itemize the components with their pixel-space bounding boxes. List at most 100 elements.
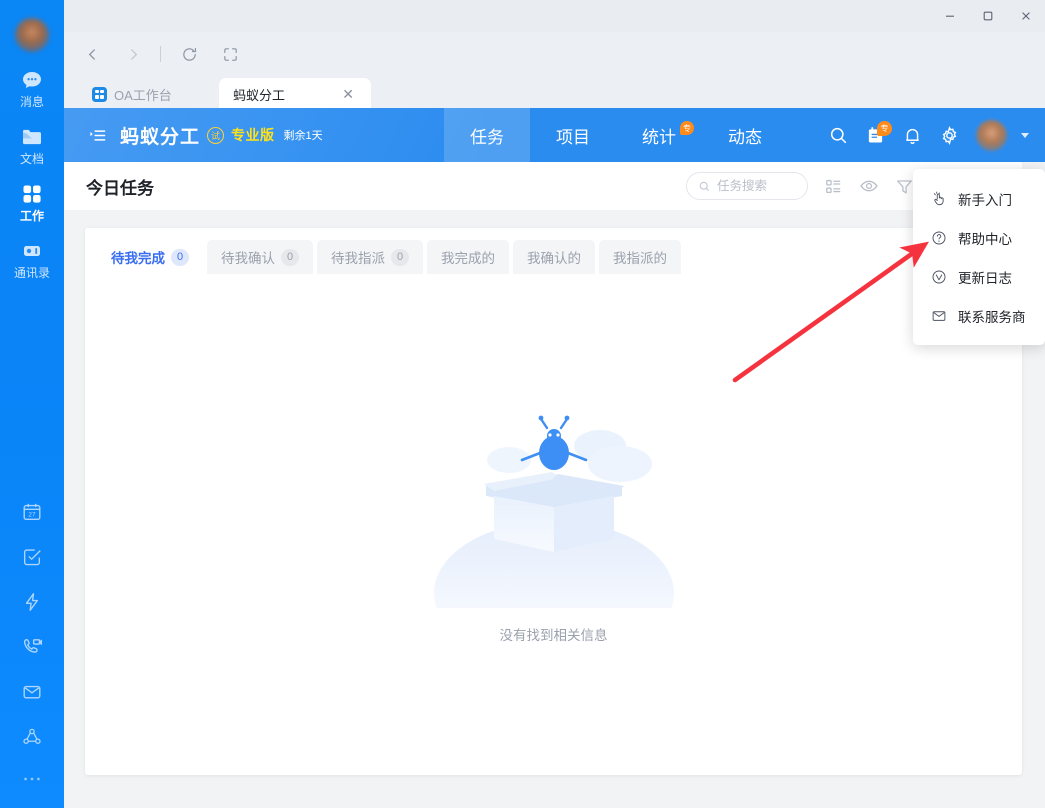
folder-icon — [20, 125, 44, 149]
bell-icon[interactable] — [902, 125, 923, 146]
avatar[interactable] — [976, 120, 1007, 151]
rail-label-messages: 消息 — [20, 95, 44, 109]
toolbar-divider — [160, 46, 161, 62]
lightning-icon[interactable] — [21, 591, 43, 618]
menu-item-changelog[interactable]: 更新日志 — [913, 257, 1045, 296]
rail-label-contacts: 通讯录 — [14, 266, 50, 280]
forward-button[interactable] — [120, 41, 146, 67]
question-circle-icon — [931, 230, 947, 246]
search-field[interactable] — [717, 179, 795, 193]
nav-tab-tasks-label: 任务 — [470, 123, 504, 148]
list-view-icon[interactable] — [824, 177, 843, 196]
tab-pending-assign[interactable]: 待我指派 0 — [317, 240, 423, 274]
help-dropdown-menu: 新手入门 帮助中心 更新日志 — [913, 169, 1045, 345]
menu-item-changelog-label: 更新日志 — [958, 267, 1012, 287]
tab-my-assigned[interactable]: 我指派的 — [599, 240, 681, 274]
mail-icon[interactable] — [21, 681, 43, 708]
tab-pending-complete[interactable]: 待我完成 0 — [97, 240, 203, 274]
nav-tab-tasks[interactable]: 任务 — [444, 108, 530, 162]
rail-bottom-icons: 27 — [0, 492, 64, 798]
menu-item-getting-started[interactable]: 新手入门 — [913, 179, 1045, 218]
app-brand-name: 蚂蚁分工 — [120, 122, 200, 149]
browser-tab-oa-label: OA工作台 — [114, 85, 172, 104]
tab-pending-confirm[interactable]: 待我确认 0 — [207, 240, 313, 274]
nav-tab-statistics[interactable]: 统计 专 — [616, 108, 702, 162]
video-call-icon[interactable] — [21, 636, 43, 663]
browser-tab-ant[interactable]: 蚂蚁分工 ✕ — [219, 78, 371, 110]
apps-grid-icon — [20, 182, 44, 206]
task-card: 待我完成 0 待我确认 0 待我指派 0 我完成的 我确认的 我指派的 — [85, 228, 1022, 775]
nav-tab-projects[interactable]: 项目 — [530, 108, 616, 162]
rail-user-avatar[interactable] — [15, 18, 49, 52]
task-check-icon[interactable] — [21, 546, 43, 573]
browser-toolbar: 厦门博颖网络科技有限公司 待办事项 应用中心 — [64, 32, 1045, 76]
window-titlebar — [64, 0, 1045, 32]
hand-click-icon — [931, 191, 947, 207]
rail-item-messages[interactable]: 消息 — [0, 68, 64, 109]
nav-tab-activity[interactable]: 动态 — [702, 108, 788, 162]
minimize-button[interactable] — [931, 0, 969, 32]
rail-label-documents: 文档 — [20, 152, 44, 166]
pro-badge-calendar: 专 — [877, 121, 892, 136]
search-input[interactable] — [686, 172, 808, 200]
browser-tab-ant-label: 蚂蚁分工 — [233, 85, 285, 104]
refresh-button[interactable] — [176, 41, 202, 67]
tab-pending-confirm-label: 待我确认 — [221, 247, 275, 267]
empty-state: 没有找到相关信息 — [85, 408, 1022, 644]
window-controls — [931, 0, 1045, 32]
rail-item-contacts[interactable]: 通讯录 — [0, 239, 64, 280]
gear-icon[interactable] — [939, 125, 960, 146]
menu-item-help-center-label: 帮助中心 — [958, 228, 1012, 248]
fullscreen-button[interactable] — [217, 41, 243, 67]
tab-pending-complete-count: 0 — [171, 249, 189, 266]
search-icon — [698, 180, 711, 193]
oa-grid-icon — [92, 87, 107, 102]
search-icon[interactable] — [828, 125, 849, 146]
filter-icon[interactable] — [895, 177, 914, 196]
close-icon[interactable]: ✕ — [339, 85, 357, 103]
svg-text:27: 27 — [28, 512, 36, 519]
menu-item-contact-provider-label: 联系服务商 — [958, 306, 1026, 326]
left-rail: 消息 文档 工作 — [0, 0, 64, 808]
app-nav-items: 任务 项目 统计 专 动态 — [444, 108, 788, 162]
tab-my-confirmed-label: 我确认的 — [527, 247, 581, 267]
calendar-27-icon[interactable]: 27 — [21, 501, 43, 528]
edition-badge: 专业版 — [231, 125, 275, 145]
tab-pending-complete-label: 待我完成 — [111, 247, 165, 267]
chevron-down-icon[interactable] — [1021, 133, 1029, 138]
nav-tab-statistics-label: 统计 — [642, 123, 676, 148]
app-window: 消息 文档 工作 — [0, 0, 1045, 808]
tab-pending-assign-count: 0 — [391, 249, 409, 266]
menu-item-help-center[interactable]: 帮助中心 — [913, 218, 1045, 257]
browser-tab-oa[interactable]: OA工作台 — [78, 78, 186, 110]
tab-my-assigned-label: 我指派的 — [613, 247, 667, 267]
page-title: 今日任务 — [86, 174, 154, 199]
hamburger-list-icon[interactable] — [88, 126, 107, 150]
eye-icon[interactable] — [859, 176, 879, 196]
tab-my-completed[interactable]: 我完成的 — [427, 240, 509, 274]
trial-badge: 试 — [207, 127, 224, 144]
rail-item-documents[interactable]: 文档 — [0, 125, 64, 166]
tab-my-confirmed[interactable]: 我确认的 — [513, 240, 595, 274]
close-button[interactable] — [1007, 0, 1045, 32]
app-navbar-icons: 专 — [828, 108, 1029, 162]
calendar-note-icon[interactable]: 专 — [865, 125, 886, 146]
rail-label-work: 工作 — [20, 209, 44, 223]
more-dots-icon[interactable] — [21, 771, 43, 789]
tab-my-completed-label: 我完成的 — [441, 247, 495, 267]
app-navbar: 蚂蚁分工 试 专业版 剩余1天 任务 项目 统计 专 动态 — [64, 108, 1045, 162]
empty-state-text: 没有找到相关信息 — [500, 624, 608, 644]
ant-in-box-illustration — [424, 408, 684, 608]
back-button[interactable] — [79, 41, 105, 67]
expiry-label: 剩余1天 — [284, 127, 323, 143]
menu-item-contact-provider[interactable]: 联系服务商 — [913, 296, 1045, 335]
maximize-button[interactable] — [969, 0, 1007, 32]
tab-pending-confirm-count: 0 — [281, 249, 299, 266]
team-icon[interactable] — [21, 726, 43, 753]
browser-tabstrip: OA工作台 蚂蚁分工 ✕ — [64, 76, 1045, 110]
rail-item-work[interactable]: 工作 — [0, 182, 64, 223]
version-circle-icon — [931, 269, 947, 285]
task-tabs: 待我完成 0 待我确认 0 待我指派 0 我完成的 我确认的 我指派的 — [85, 228, 1022, 274]
nav-tab-projects-label: 项目 — [556, 123, 590, 148]
user-avatar-image — [976, 120, 1007, 151]
